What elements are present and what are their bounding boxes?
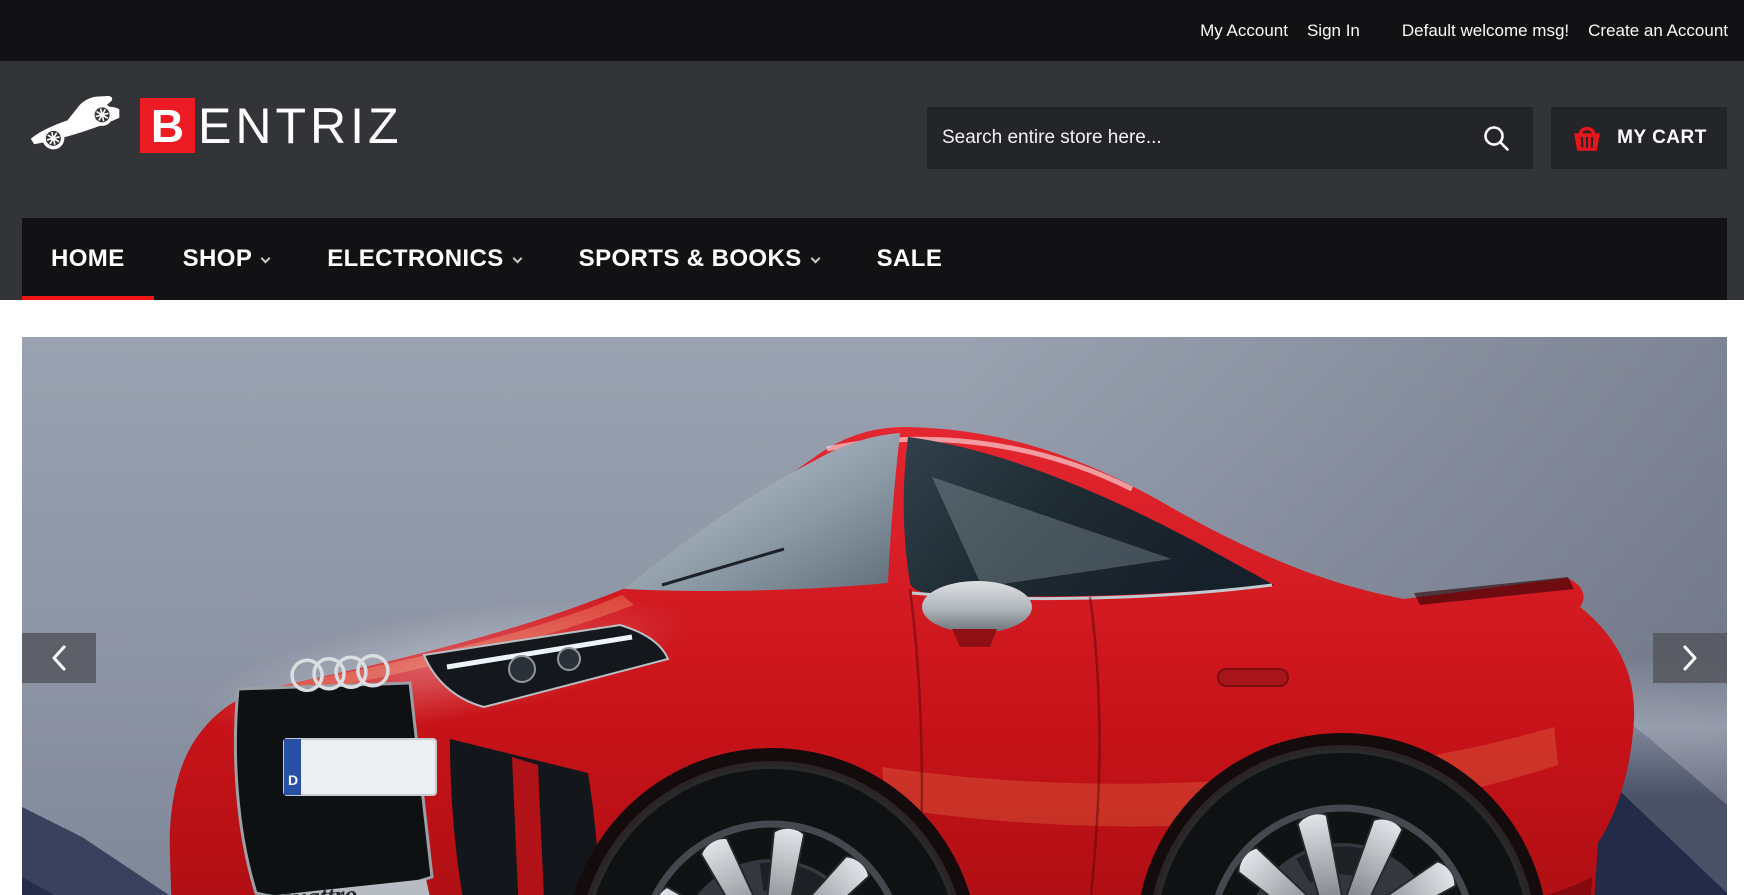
- topbar: My Account Sign In Default welcome msg! …: [0, 0, 1744, 61]
- door-handle: [1218, 669, 1288, 686]
- nav-item-sports-books[interactable]: SPORTS & BOOKS: [550, 218, 848, 300]
- cart-icon: [1571, 124, 1603, 152]
- chevron-down-icon: [261, 253, 271, 263]
- logo[interactable]: B ENTRIZ: [22, 85, 403, 153]
- plate-country-code: D: [288, 772, 298, 788]
- header: B ENTRIZ MY CART: [0, 61, 1744, 218]
- hero-image: D quattro: [22, 337, 1727, 895]
- logo-text: ENTRIZ: [198, 98, 403, 153]
- search-box: [927, 107, 1533, 169]
- cart-button[interactable]: MY CART: [1551, 107, 1727, 169]
- search-button[interactable]: [1459, 123, 1533, 153]
- nav-item-sports-books-label: SPORTS & BOOKS: [579, 245, 802, 273]
- welcome-message: Default welcome msg!: [1402, 21, 1569, 41]
- cart-label: MY CART: [1617, 127, 1707, 149]
- topbar-link-my-account[interactable]: My Account: [1200, 21, 1288, 41]
- chevron-down-icon: [810, 253, 820, 263]
- chevron-right-icon: [1682, 644, 1698, 672]
- nav-item-sale-label: SALE: [877, 245, 943, 273]
- logo-letter-badge: B: [140, 98, 195, 153]
- search-input[interactable]: [927, 107, 1459, 169]
- search-icon: [1481, 123, 1511, 153]
- slider-prev-button[interactable]: [22, 633, 96, 683]
- main-nav-row: HOME SHOP ELECTRONICS SPORTS & BOOKS SAL…: [0, 218, 1744, 300]
- topbar-link-create-account[interactable]: Create an Account: [1588, 21, 1728, 41]
- chevron-down-icon: [512, 253, 522, 263]
- main-nav: HOME SHOP ELECTRONICS SPORTS & BOOKS SAL…: [22, 218, 1727, 300]
- nav-item-home-label: HOME: [51, 245, 125, 273]
- license-plate: D: [284, 739, 436, 795]
- nav-item-shop[interactable]: SHOP: [154, 218, 299, 300]
- logo-car-icon: [22, 86, 124, 150]
- hero-slider: D quattro: [22, 337, 1727, 895]
- nav-item-electronics[interactable]: ELECTRONICS: [298, 218, 549, 300]
- nav-item-shop-label: SHOP: [183, 245, 253, 273]
- topbar-link-sign-in[interactable]: Sign In: [1307, 21, 1360, 41]
- nav-item-sale[interactable]: SALE: [848, 218, 972, 300]
- chevron-left-icon: [51, 644, 67, 672]
- nav-item-electronics-label: ELECTRONICS: [327, 245, 503, 273]
- slider-next-button[interactable]: [1653, 633, 1727, 683]
- nav-item-home[interactable]: HOME: [22, 218, 154, 300]
